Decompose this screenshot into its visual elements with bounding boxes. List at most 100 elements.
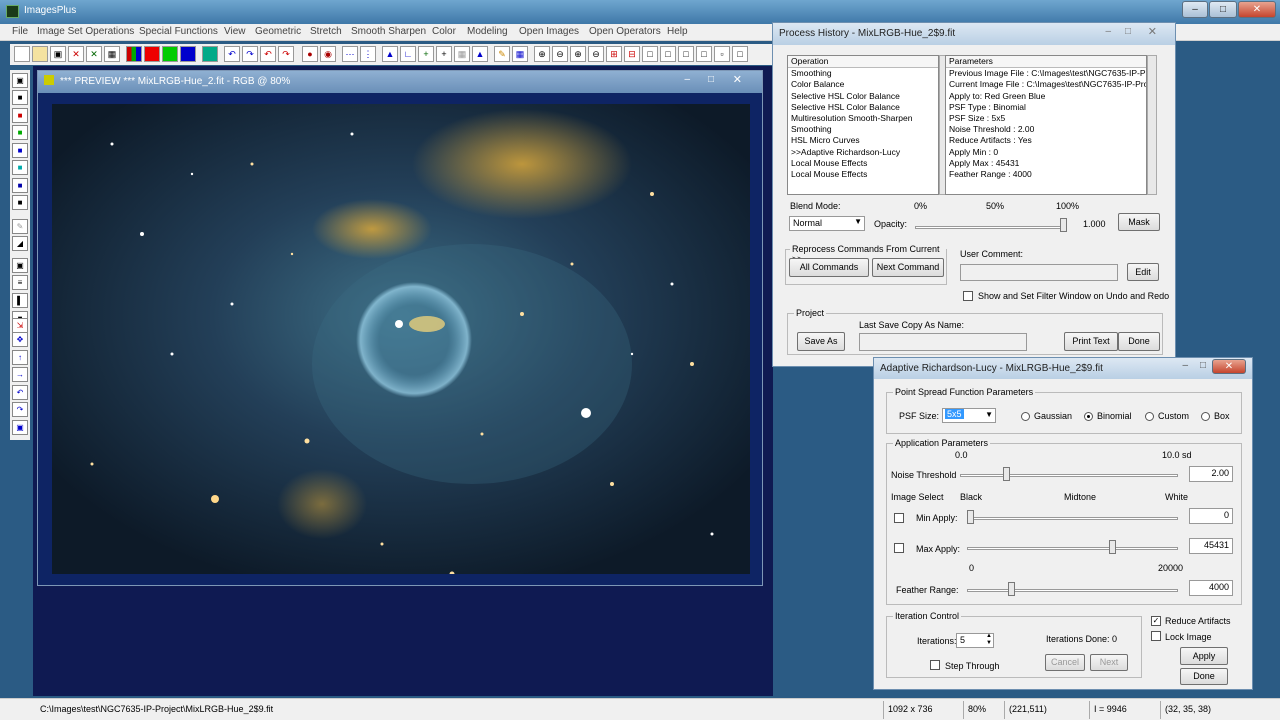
crosshair-alt-icon[interactable]: + <box>436 46 452 62</box>
preview-maximize-button[interactable]: □ <box>708 74 714 85</box>
rotate-left-tool-icon[interactable]: ↶ <box>12 385 28 400</box>
print-icon[interactable]: ▦ <box>104 46 120 62</box>
contrast-tool-icon[interactable]: ▌ <box>12 293 28 308</box>
lock-image-checkbox[interactable] <box>1151 631 1161 641</box>
stepper-down-icon[interactable]: ▼ <box>986 640 992 646</box>
min-apply-track[interactable] <box>967 517 1178 520</box>
menu-open-operators[interactable]: Open Operators <box>589 26 661 37</box>
crosshair-icon[interactable]: + <box>418 46 434 62</box>
max-apply-track[interactable] <box>967 547 1178 550</box>
layer-tool-icon[interactable]: ■ <box>12 195 28 210</box>
window-icon[interactable]: □ <box>642 46 658 62</box>
black-channel-icon[interactable]: ■ <box>12 90 28 105</box>
feather-range-value[interactable]: 4000 <box>1189 580 1233 596</box>
minimize-button[interactable]: – <box>1182 1 1208 18</box>
history-minimize-button[interactable]: – <box>1105 26 1111 37</box>
gradient-tool-icon[interactable]: ◢ <box>12 236 28 251</box>
edit-button[interactable]: Edit <box>1127 263 1159 281</box>
window-tile-icon[interactable]: □ <box>678 46 694 62</box>
rgb-channel-icon[interactable] <box>126 46 142 62</box>
menu-open-images[interactable]: Open Images <box>519 26 579 37</box>
zoom-fit-icon[interactable]: ⊕ <box>570 46 586 62</box>
operation-item[interactable]: HSL Micro Curves <box>788 135 938 146</box>
arl-done-button[interactable]: Done <box>1180 668 1228 685</box>
next-button[interactable]: Next <box>1090 654 1128 671</box>
operation-item[interactable]: Smoothing <box>788 68 938 79</box>
noise-threshold-slider-thumb[interactable] <box>1003 467 1010 481</box>
histogram-icon[interactable]: ▲ <box>382 46 398 62</box>
zoom-out-icon[interactable]: ⊖ <box>552 46 568 62</box>
parameters-scrollbar[interactable] <box>1147 55 1157 195</box>
operation-item[interactable]: >>Adaptive Richardson-Lucy <box>788 147 938 158</box>
preview-close-button[interactable]: ✕ <box>733 73 742 86</box>
show-filter-checkbox[interactable] <box>963 291 973 301</box>
table-icon[interactable]: ▦ <box>512 46 528 62</box>
max-apply-slider-thumb[interactable] <box>1109 540 1116 554</box>
menu-modeling[interactable]: Modeling <box>467 26 508 37</box>
close-button[interactable]: ✕ <box>1238 1 1276 18</box>
menu-file[interactable]: File <box>12 26 28 37</box>
new-file-icon[interactable] <box>14 46 30 62</box>
green-tool-icon[interactable]: ■ <box>12 125 28 140</box>
min-apply-checkbox[interactable] <box>894 513 904 523</box>
max-apply-value[interactable]: 45431 <box>1189 538 1233 554</box>
psf-size-select[interactable]: 5x5 ▼ <box>942 408 996 423</box>
grid-alt-icon[interactable]: ▦ <box>454 46 470 62</box>
last-save-field[interactable] <box>859 333 1027 351</box>
psf-gaussian-radio[interactable] <box>1021 412 1030 421</box>
operation-item[interactable]: Selective HSL Color Balance <box>788 91 938 102</box>
menu-special-functions[interactable]: Special Functions <box>139 26 218 37</box>
next-command-button[interactable]: Next Command <box>872 258 944 277</box>
history-maximize-button[interactable]: □ <box>1125 26 1131 37</box>
close-image-icon[interactable]: ✕ <box>68 46 84 62</box>
levels-tool-icon[interactable]: ≡ <box>12 275 28 290</box>
blend-mode-select[interactable]: Normal ▼ <box>789 216 865 231</box>
redo-all-icon[interactable]: ↷ <box>278 46 294 62</box>
window-cascade-icon[interactable]: □ <box>696 46 712 62</box>
arl-minimize-button[interactable]: – <box>1182 360 1188 371</box>
max-apply-checkbox[interactable] <box>894 543 904 553</box>
right-tool-icon[interactable]: → <box>12 367 28 382</box>
up-tool-icon[interactable]: ↑ <box>12 350 28 365</box>
opacity-slider-thumb[interactable] <box>1060 218 1067 232</box>
user-comment-field[interactable] <box>960 264 1118 281</box>
move-tool-icon[interactable]: ✥ <box>12 332 28 347</box>
pencil-icon[interactable]: ✎ <box>494 46 510 62</box>
operation-item[interactable]: Color Balance <box>788 79 938 90</box>
close-all-icon[interactable]: ✕ <box>86 46 102 62</box>
grid-icon[interactable] <box>202 46 218 62</box>
rotate-right-tool-icon[interactable]: ↷ <box>12 402 28 417</box>
dual-tool-icon[interactable]: ■ <box>12 178 28 193</box>
save-as-button[interactable]: Save As <box>797 332 845 351</box>
window-small-icon[interactable]: ▫ <box>714 46 730 62</box>
history-close-button[interactable]: ✕ <box>1148 25 1157 38</box>
open-folder-icon[interactable] <box>32 46 48 62</box>
menu-help[interactable]: Help <box>667 26 688 37</box>
tree-icon[interactable]: ⋮ <box>360 46 376 62</box>
save-icon[interactable]: ▣ <box>50 46 66 62</box>
dots-icon[interactable]: ⋯ <box>342 46 358 62</box>
min-apply-slider-thumb[interactable] <box>967 510 974 524</box>
save-tool-icon[interactable]: ▣ <box>12 73 28 88</box>
operation-item[interactable]: Multiresolution Smooth-Sharpen <box>788 113 938 124</box>
cancel-button[interactable]: Cancel <box>1045 654 1085 671</box>
menu-view[interactable]: View <box>224 26 246 37</box>
cyan-tool-icon[interactable]: ■ <box>12 160 28 175</box>
blue-channel-icon[interactable] <box>180 46 196 62</box>
menu-color[interactable]: Color <box>432 26 456 37</box>
parameters-list[interactable]: Parameters Previous Image File : C:\Imag… <box>945 55 1147 195</box>
copy-tool-icon[interactable]: ▣ <box>12 420 28 435</box>
window-alt-icon[interactable]: □ <box>660 46 676 62</box>
marker-icon[interactable]: ● <box>302 46 318 62</box>
reduce-artifacts-checkbox[interactable]: ✓ <box>1151 616 1161 626</box>
operation-item[interactable]: Local Mouse Effects <box>788 158 938 169</box>
undo-all-icon[interactable]: ↶ <box>260 46 276 62</box>
operation-item[interactable]: Smoothing <box>788 124 938 135</box>
crop-tool-icon[interactable]: ⇲ <box>12 318 28 333</box>
stepper-up-icon[interactable]: ▲ <box>986 633 992 639</box>
step-through-checkbox[interactable] <box>930 660 940 670</box>
operation-list[interactable]: Operation Smoothing Color Balance Select… <box>787 55 939 195</box>
undo-icon[interactable]: ↶ <box>224 46 240 62</box>
feather-range-slider-thumb[interactable] <box>1008 582 1015 596</box>
noise-threshold-track[interactable] <box>960 474 1178 477</box>
